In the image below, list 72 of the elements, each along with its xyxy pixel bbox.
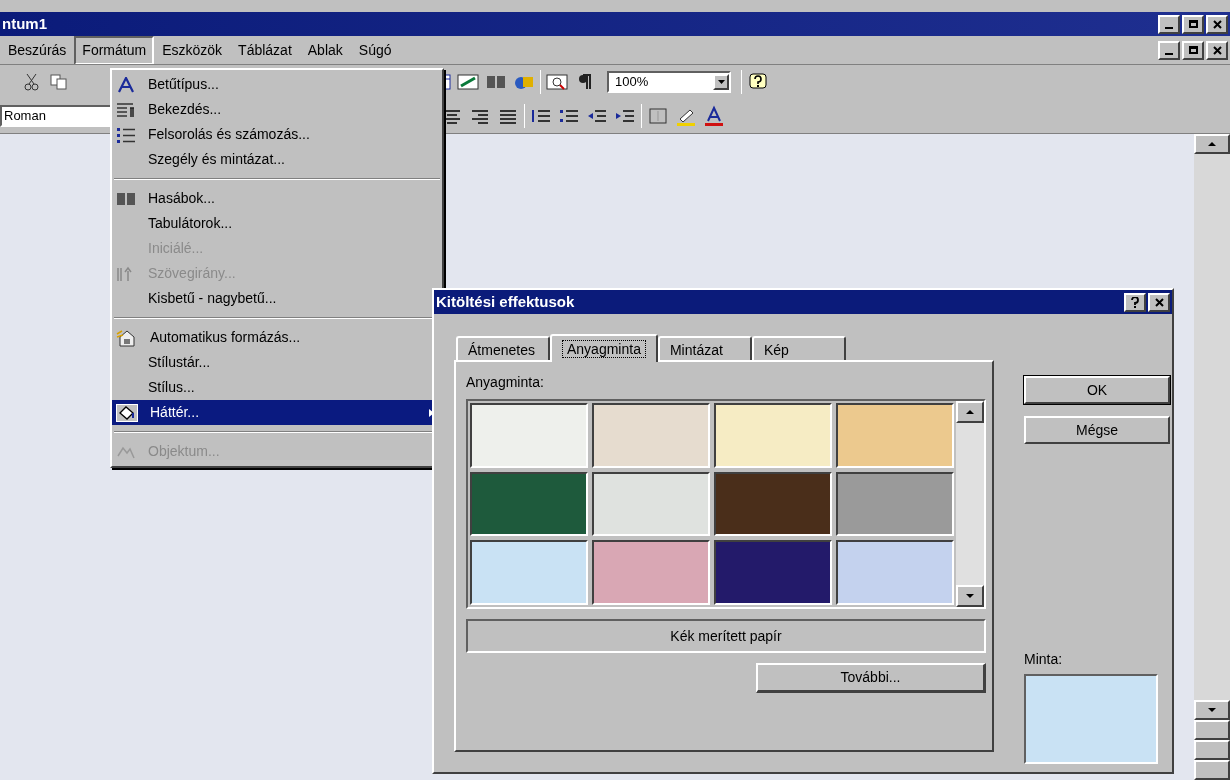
texture-name-field: Kék merített papír bbox=[466, 619, 986, 653]
more-textures-button[interactable]: További... bbox=[756, 663, 986, 693]
tab[interactable]: Kép bbox=[751, 336, 846, 360]
select-browse-object-button[interactable] bbox=[1194, 740, 1230, 760]
texture-label: Anyagminta: bbox=[466, 373, 545, 392]
menu-item[interactable]: Eszközök bbox=[154, 35, 231, 65]
restore-icon bbox=[1188, 20, 1198, 28]
bulleted-list-icon bbox=[116, 126, 136, 143]
restore-button[interactable] bbox=[1182, 40, 1204, 60]
cancel-button[interactable]: Mégse bbox=[1024, 416, 1170, 444]
dialog-title: Kitöltési effektusok bbox=[436, 291, 575, 312]
preview-label: Minta: bbox=[1024, 650, 1064, 669]
scroll-up-icon[interactable] bbox=[966, 410, 974, 414]
previous-page-button[interactable] bbox=[1194, 720, 1230, 740]
zoom-combo[interactable]: 100% bbox=[607, 70, 731, 93]
scroll-down-button[interactable] bbox=[1194, 700, 1230, 720]
menu-item[interactable]: Súgó bbox=[350, 35, 400, 65]
help-icon bbox=[1131, 296, 1139, 308]
font-icon bbox=[116, 76, 136, 93]
menu-item[interactable]: Ablak bbox=[299, 35, 351, 65]
window-title: ntum1 bbox=[1, 13, 47, 34]
texture-swatch[interactable] bbox=[836, 471, 954, 537]
texture-swatch[interactable] bbox=[592, 471, 710, 537]
texture-swatch[interactable] bbox=[714, 403, 832, 468]
paint-bucket-icon bbox=[116, 403, 138, 422]
menu-entry[interactable]: Szegély és mintázat... bbox=[112, 147, 442, 172]
close-button[interactable] bbox=[1206, 40, 1228, 60]
vertical-scrollbar[interactable] bbox=[1194, 134, 1230, 780]
close-icon bbox=[1212, 45, 1222, 55]
texture-swatch[interactable] bbox=[470, 403, 588, 468]
texture-swatch[interactable] bbox=[714, 471, 832, 537]
menu-entry[interactable]: Betűtípus... bbox=[112, 72, 442, 97]
texture-swatch[interactable] bbox=[714, 540, 832, 605]
close-button[interactable] bbox=[1148, 292, 1170, 312]
texture-swatch[interactable] bbox=[470, 471, 588, 537]
minimize-icon bbox=[1165, 52, 1173, 55]
scroll-up-button[interactable] bbox=[1194, 134, 1230, 154]
ok-button[interactable]: OK bbox=[1024, 376, 1170, 404]
menu-entry[interactable]: Hasábok... bbox=[112, 186, 442, 211]
next-page-button[interactable] bbox=[1194, 760, 1230, 780]
menu-item[interactable]: Beszúrás bbox=[0, 35, 75, 65]
minimize-button[interactable] bbox=[1158, 40, 1180, 60]
texture-swatch[interactable] bbox=[592, 540, 710, 605]
texture-swatch[interactable] bbox=[836, 540, 954, 605]
swatch-scrollbar[interactable] bbox=[956, 401, 984, 607]
font-combo[interactable]: Roman bbox=[0, 104, 112, 127]
menu-entry[interactable]: Felsorolás és számozás... bbox=[112, 122, 442, 147]
texture-swatch[interactable] bbox=[592, 403, 710, 468]
menu-item[interactable]: Táblázat bbox=[230, 35, 300, 65]
down-arrow-icon bbox=[1208, 708, 1216, 712]
up-arrow-icon bbox=[1208, 142, 1216, 146]
paragraph-icon bbox=[116, 101, 136, 118]
close-icon bbox=[1154, 297, 1164, 307]
tab[interactable]: Mintázat bbox=[657, 336, 752, 360]
menu-item[interactable]: Formátum bbox=[74, 35, 155, 65]
close-icon bbox=[1212, 19, 1222, 29]
tab[interactable]: Átmenetes bbox=[456, 336, 550, 360]
restore-button[interactable] bbox=[1182, 14, 1204, 34]
close-button[interactable] bbox=[1206, 14, 1228, 34]
tab[interactable]: Anyagminta bbox=[550, 334, 658, 362]
minimize-icon bbox=[1165, 26, 1173, 29]
menu-entry[interactable]: Tabulátorok... bbox=[112, 211, 442, 236]
autoformat-icon bbox=[116, 328, 138, 347]
menu-entry[interactable]: Bekezdés... bbox=[112, 97, 442, 122]
restore-icon bbox=[1188, 46, 1198, 54]
texture-swatch[interactable] bbox=[470, 540, 588, 605]
texture-swatch[interactable] bbox=[836, 403, 954, 468]
help-button[interactable] bbox=[1124, 292, 1146, 312]
font-color-icon[interactable] bbox=[702, 104, 726, 127]
scroll-down-icon[interactable] bbox=[966, 594, 974, 598]
columns-icon bbox=[116, 191, 136, 206]
minimize-button[interactable] bbox=[1158, 14, 1180, 34]
